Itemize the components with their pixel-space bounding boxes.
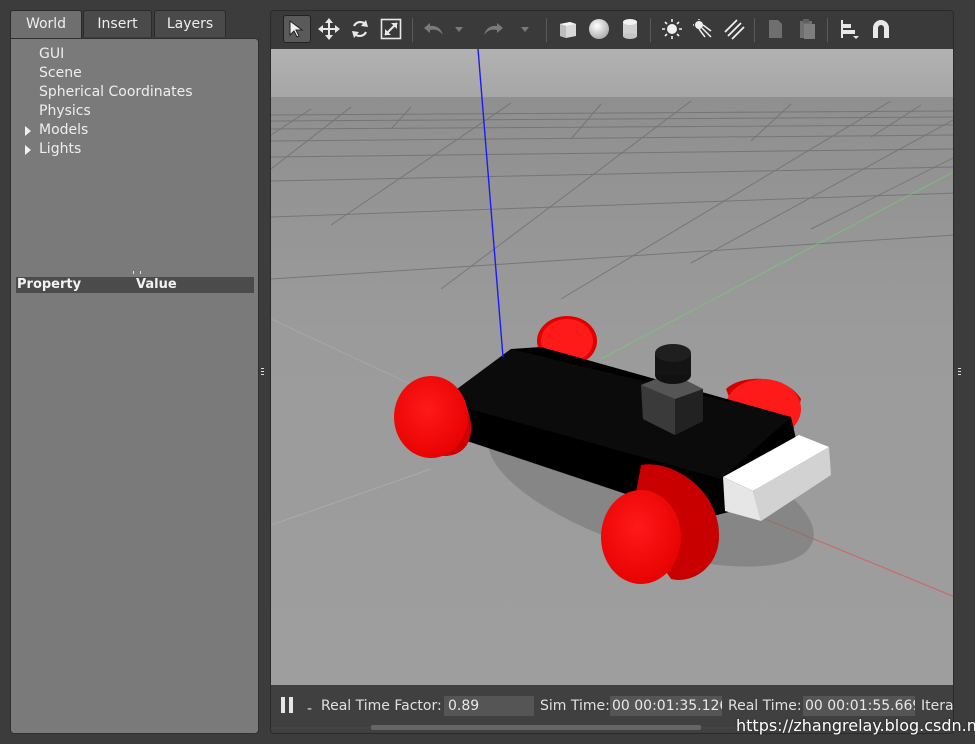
redo-dropdown-icon[interactable] (517, 15, 533, 43)
iterations-label: Itera (921, 698, 954, 714)
real-time-label: Real Time: (728, 698, 802, 714)
expand-arrow-icon[interactable] (25, 126, 31, 136)
sphere-icon[interactable] (585, 15, 613, 43)
tab-layers[interactable]: Layers (154, 10, 226, 37)
sky (271, 49, 953, 97)
sim-time-value: 00 00:01:35.126 (610, 696, 722, 716)
real-time-value: 00 00:01:55.669 (803, 696, 915, 716)
toolbar-separator (546, 18, 547, 42)
toolbar (271, 11, 953, 49)
real-time-factor-value: 0.89 (444, 696, 534, 716)
real-time-factor-label: Real Time Factor: (321, 698, 442, 714)
expand-arrow-icon[interactable] (25, 145, 31, 155)
sim-time-label: Sim Time: (540, 698, 610, 714)
step-label[interactable]: - (307, 699, 312, 719)
tree-item-label: Models (39, 122, 89, 138)
directional-light-icon[interactable] (720, 15, 748, 43)
column-header-value[interactable]: Value (136, 277, 177, 293)
world-tree: GUI Scene Spherical Coordinates Physics … (25, 45, 193, 159)
undo-icon[interactable] (420, 15, 448, 43)
tree-item-label: Lights (39, 141, 82, 157)
property-table-header: Property Value (16, 277, 254, 293)
watermark-text: https://zhangrelay.blog.csdn.net (736, 716, 975, 735)
right-splitter-handle[interactable] (958, 368, 962, 378)
scale-icon[interactable] (377, 15, 405, 43)
toolbar-separator (827, 18, 828, 42)
translate-icon[interactable] (315, 15, 343, 43)
tree-item-gui[interactable]: GUI (25, 45, 193, 64)
toolbar-separator (754, 18, 755, 42)
3d-viewport[interactable] (271, 48, 953, 685)
tree-item-scene[interactable]: Scene (25, 64, 193, 83)
tab-world[interactable]: World (10, 10, 82, 39)
left-splitter-handle[interactable] (261, 368, 265, 378)
align-icon[interactable] (835, 15, 863, 43)
toolbar-separator (650, 18, 651, 42)
pause-icon[interactable] (281, 697, 295, 713)
spot-light-icon[interactable] (689, 15, 717, 43)
tree-item-models[interactable]: Models (25, 121, 193, 140)
copy-icon[interactable] (762, 15, 790, 43)
status-scrollbar[interactable] (371, 725, 701, 730)
panel-splitter-handle[interactable] (133, 271, 141, 274)
paste-icon[interactable] (793, 15, 821, 43)
rotate-icon[interactable] (346, 15, 374, 43)
render-panel: - Real Time Factor: 0.89 Sim Time: 00 00… (270, 10, 954, 734)
point-light-icon[interactable] (658, 15, 686, 43)
redo-icon[interactable] (479, 15, 507, 43)
undo-dropdown-icon[interactable] (451, 15, 467, 43)
toolbar-separator (412, 18, 413, 42)
box-icon[interactable] (554, 15, 582, 43)
select-arrow-icon[interactable] (283, 15, 311, 43)
tree-item-lights[interactable]: Lights (25, 140, 193, 159)
tree-item-spherical-coordinates[interactable]: Spherical Coordinates (25, 83, 193, 102)
column-header-property[interactable]: Property (17, 277, 81, 293)
cylinder-icon[interactable] (616, 15, 644, 43)
left-panel: GUI Scene Spherical Coordinates Physics … (10, 38, 259, 734)
tab-insert[interactable]: Insert (83, 10, 152, 37)
magnet-icon[interactable] (867, 15, 895, 43)
tree-item-physics[interactable]: Physics (25, 102, 193, 121)
